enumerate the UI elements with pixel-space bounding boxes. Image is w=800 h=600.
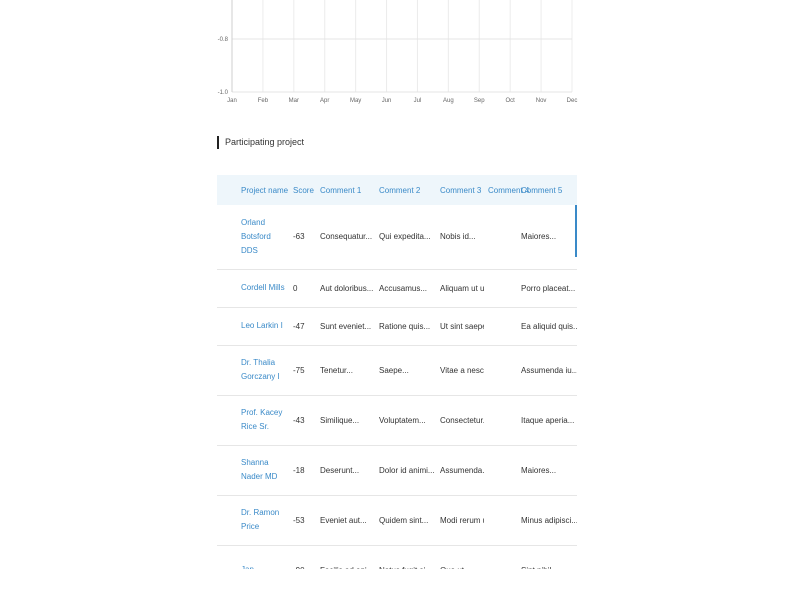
project-name-link[interactable]: Orland Botsford DDS <box>217 205 289 270</box>
comment-1-cell: Facilis ad eni... <box>316 545 375 569</box>
chart-x-tick-label: Apr <box>320 98 329 104</box>
score-cell: -47 <box>289 307 316 346</box>
comment-5-cell: Assumenda iu... <box>517 345 577 396</box>
table-row[interactable]: Leo Larkin I -47 Sunt eveniet... Ratione… <box>217 307 577 346</box>
comment-1-cell: Consequatur... <box>316 205 375 270</box>
project-name-link[interactable]: Cordell Mills <box>217 269 289 308</box>
comment-4-cell <box>484 307 517 346</box>
comment-5-cell: Maiores... <box>517 205 577 270</box>
comment-5-cell: Porro placeat... <box>517 269 577 308</box>
table-row[interactable]: Dr. Thalia Gorczany I -75 Tenetur... Sae… <box>217 345 577 396</box>
table-scrollbar[interactable] <box>575 205 577 257</box>
page: Jan Feb Mar Apr May Jun Jul Aug Sep Oct Nov Dec -0.8… <box>0 0 800 600</box>
projects-table-container[interactable]: Project name Score Comment 1 Comment 2 C… <box>217 175 577 569</box>
chart-x-tick-label: Aug <box>443 98 454 104</box>
column-header-comment-4[interactable]: Comment 4 <box>484 175 529 205</box>
section-header: Participating project <box>217 135 304 149</box>
comment-1-cell: Sunt eveniet... <box>316 307 375 346</box>
project-name-link[interactable]: Shanna Nader MD <box>217 445 289 496</box>
chart-x-tick-label: Mar <box>289 98 299 104</box>
chart-svg: Jan Feb Mar Apr May Jun Jul Aug Sep Oct Nov Dec -0.8… <box>218 0 578 104</box>
comment-4-cell <box>484 205 517 270</box>
comment-2-cell: Ratione quis... <box>375 307 436 346</box>
column-header-comment-3[interactable]: Comment 3 <box>436 175 484 205</box>
comment-3-cell: Ut sint saepe... <box>436 307 484 346</box>
comment-2-cell: Dolor id animi... <box>375 445 436 496</box>
chart-x-tick-label: Feb <box>258 98 269 104</box>
project-name-link[interactable]: Jan <box>217 545 289 569</box>
comment-4-cell <box>484 495 517 546</box>
comment-2-cell: Saepe... <box>375 345 436 396</box>
comment-5-cell: Sint nihil... <box>517 545 577 569</box>
column-header-score[interactable]: Score <box>289 175 316 205</box>
project-name-link[interactable]: Dr. Thalia Gorczany I <box>217 345 289 396</box>
chart-x-tick-label: Dec <box>567 98 578 104</box>
chart-x-tick-label: Jul <box>414 98 422 104</box>
comment-4-cell <box>484 545 517 569</box>
comment-1-cell: Similique... <box>316 395 375 446</box>
score-cell: -63 <box>289 205 316 270</box>
table-header-row: Project name Score Comment 1 Comment 2 C… <box>217 175 577 205</box>
comment-2-cell: Quidem sint... <box>375 495 436 546</box>
chart-x-tick-label: Nov <box>536 98 547 104</box>
score-cell: 0 <box>289 269 316 308</box>
comment-3-cell: Nobis id... <box>436 205 484 270</box>
comment-3-cell: Quo ut... <box>436 545 484 569</box>
comment-2-cell: Voluptatem... <box>375 395 436 446</box>
project-name-link[interactable]: Prof. Kacey Rice Sr. <box>217 395 289 446</box>
comment-3-cell: Aliquam ut ut... <box>436 269 484 308</box>
table-row[interactable]: Jan -90 Facilis ad eni... Natus fugit si… <box>217 545 577 569</box>
chart-x-tick-label: Sep <box>474 98 485 104</box>
column-header-comment-2[interactable]: Comment 2 <box>375 175 436 205</box>
chart-y-tick-label: -1.0 <box>218 90 229 96</box>
score-cell: -43 <box>289 395 316 446</box>
project-name-link[interactable]: Leo Larkin I <box>217 307 289 346</box>
comment-3-cell: Assumenda... <box>436 445 484 496</box>
table-row[interactable]: Cordell Mills 0 Aut doloribus... Accusam… <box>217 269 577 308</box>
comment-5-cell: Maiores... <box>517 445 577 496</box>
line-chart: Jan Feb Mar Apr May Jun Jul Aug Sep Oct Nov Dec -0.8… <box>200 0 590 115</box>
comment-3-cell: Modi rerum u... <box>436 495 484 546</box>
comment-1-cell: Aut doloribus... <box>316 269 375 308</box>
comment-3-cell: Consectetur... <box>436 395 484 446</box>
table-row[interactable]: Dr. Ramon Price -53 Eveniet aut... Quide… <box>217 495 577 546</box>
table-row[interactable]: Orland Botsford DDS -63 Consequatur... Q… <box>217 205 577 270</box>
table-row[interactable]: Shanna Nader MD -18 Deserunt... Dolor id… <box>217 445 577 496</box>
comment-2-cell: Natus fugit si... <box>375 545 436 569</box>
chart-x-tick-label: Jan <box>227 98 237 104</box>
column-header-comment-5[interactable]: Comment 5 <box>517 175 577 205</box>
table-row[interactable]: Prof. Kacey Rice Sr. -43 Similique... Vo… <box>217 395 577 446</box>
section-title: Participating project <box>225 137 305 147</box>
comment-5-cell: Ea aliquid quis... <box>517 307 577 346</box>
comment-4-cell <box>484 395 517 446</box>
project-name-link[interactable]: Dr. Ramon Price <box>217 495 289 546</box>
comment-4-cell <box>484 445 517 496</box>
chart-y-tick-label: -0.8 <box>218 37 229 43</box>
column-header-project-name[interactable]: Project name <box>217 175 289 205</box>
comment-5-cell: Itaque aperia... <box>517 395 577 446</box>
comment-1-cell: Eveniet aut... <box>316 495 375 546</box>
comment-4-cell <box>484 269 517 308</box>
score-cell: -53 <box>289 495 316 546</box>
chart-x-tick-label: May <box>350 98 361 104</box>
comment-4-cell <box>484 345 517 396</box>
comment-2-cell: Accusamus... <box>375 269 436 308</box>
comment-1-cell: Deserunt... <box>316 445 375 496</box>
column-header-comment-1[interactable]: Comment 1 <box>316 175 375 205</box>
score-cell: -75 <box>289 345 316 396</box>
section-accent-bar <box>217 135 219 149</box>
score-cell: -18 <box>289 445 316 496</box>
chart-x-tick-label: Oct <box>506 98 516 104</box>
comment-3-cell: Vitae a nesciu... <box>436 345 484 396</box>
score-cell: -90 <box>289 545 316 569</box>
comment-1-cell: Tenetur... <box>316 345 375 396</box>
projects-table: Project name Score Comment 1 Comment 2 C… <box>217 175 577 569</box>
comment-2-cell: Qui expedita... <box>375 205 436 270</box>
chart-x-tick-label: Jun <box>382 98 392 104</box>
comment-5-cell: Minus adipisci... <box>517 495 577 546</box>
